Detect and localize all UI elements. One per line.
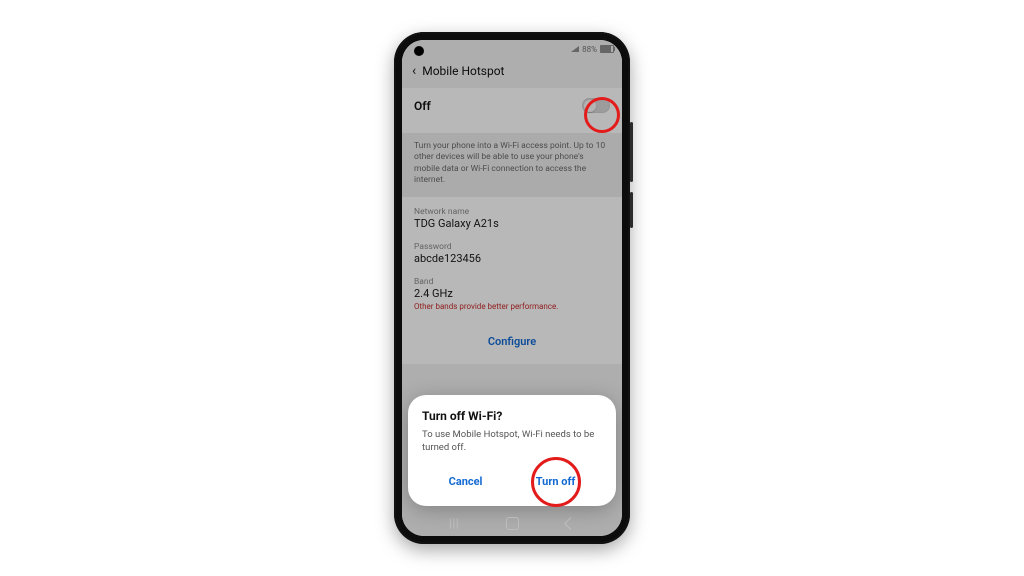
power-button [630, 192, 633, 228]
dialog-title: Turn off Wi-Fi? [422, 409, 602, 423]
status-bar: 88% [402, 40, 622, 58]
back-button[interactable] [564, 517, 577, 530]
android-nav-bar: ||| [402, 510, 622, 536]
content-wrap: 88% ‹ Mobile Hotspot Off Turn your phone [402, 40, 622, 536]
phone-screen: 88% ‹ Mobile Hotspot Off Turn your phone [402, 40, 622, 536]
band-value: 2.4 GHz [414, 287, 610, 302]
battery-percent: 88% [582, 45, 597, 54]
title-bar: ‹ Mobile Hotspot [402, 58, 622, 88]
phone-frame: 88% ‹ Mobile Hotspot Off Turn your phone [394, 32, 630, 544]
configure-button[interactable]: Configure [402, 321, 622, 364]
network-name-value: TDG Galaxy A21s [414, 217, 610, 232]
turn-off-button[interactable]: Turn off [526, 471, 586, 492]
hotspot-details-card: Network name TDG Galaxy A21s Password ab… [402, 197, 622, 321]
volume-button [630, 122, 633, 182]
back-icon[interactable]: ‹ [412, 64, 416, 78]
password-value: abcde123456 [414, 252, 610, 267]
hotspot-toggle[interactable] [582, 98, 610, 113]
password-label: Password [414, 232, 610, 252]
dialog-body: To use Mobile Hotspot, Wi-Fi needs to be… [422, 429, 602, 455]
hotspot-toggle-card: Off [402, 88, 622, 133]
network-name-label: Network name [414, 197, 610, 217]
hotspot-description: Turn your phone into a Wi-Fi access poin… [402, 133, 622, 197]
dialog-actions: Cancel Turn off [422, 465, 602, 500]
cancel-button[interactable]: Cancel [439, 471, 493, 492]
home-button[interactable] [506, 517, 519, 530]
band-label: Band [414, 267, 610, 287]
band-warning: Other bands provide better performance. [414, 302, 610, 315]
wifi-dialog: Turn off Wi-Fi? To use Mobile Hotspot, W… [408, 395, 616, 506]
signal-icon [571, 46, 579, 52]
hotspot-state-label: Off [414, 99, 431, 113]
page-title: Mobile Hotspot [422, 64, 504, 78]
hotspot-toggle-row[interactable]: Off [402, 88, 622, 123]
front-camera [414, 46, 424, 56]
battery-icon [600, 45, 614, 53]
recents-button[interactable]: ||| [449, 516, 459, 530]
stage: 88% ‹ Mobile Hotspot Off Turn your phone [0, 0, 1024, 576]
